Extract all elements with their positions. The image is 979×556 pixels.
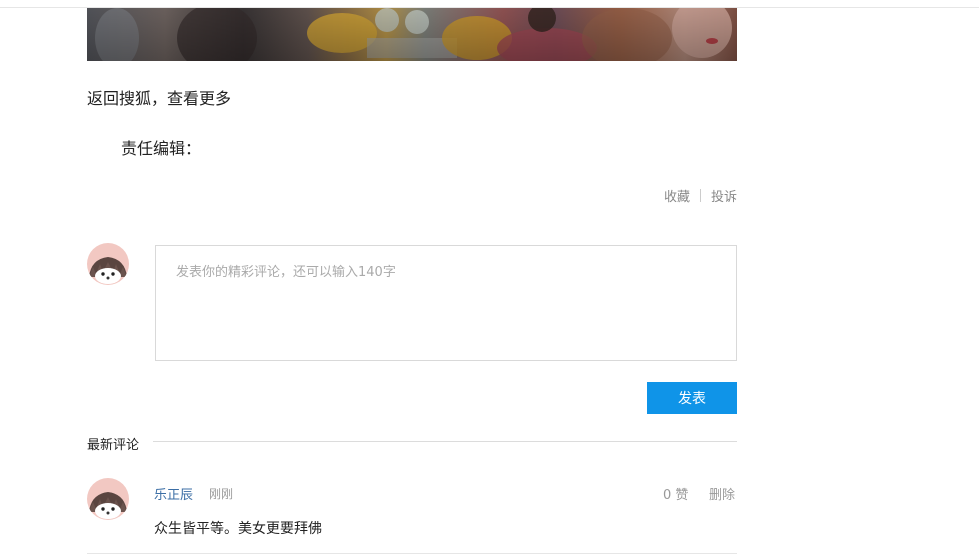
comment-user-avatar[interactable] bbox=[87, 478, 129, 520]
comment-like-button[interactable]: 0 赞 bbox=[663, 484, 688, 503]
back-to-sohu-link[interactable]: 返回搜狐，查看更多 bbox=[87, 85, 231, 109]
comment-username[interactable]: 乐正辰 bbox=[154, 484, 193, 503]
publish-comment-button[interactable]: 发表 bbox=[647, 382, 737, 414]
actions-divider bbox=[699, 189, 701, 202]
report-link[interactable]: 投诉 bbox=[711, 186, 737, 205]
responsible-editor-label: 责任编辑： bbox=[121, 139, 202, 158]
comment-delete-button[interactable]: 删除 bbox=[709, 484, 735, 503]
current-user-avatar bbox=[87, 243, 129, 285]
comment-divider bbox=[87, 553, 737, 554]
comment-text: 众生皆平等。美女更要拜佛 bbox=[154, 521, 322, 537]
favorite-link[interactable]: 收藏 bbox=[664, 186, 690, 205]
article-actions: 收藏 投诉 bbox=[664, 186, 737, 205]
latest-comments-title: 最新评论 bbox=[87, 438, 140, 453]
latest-comments-divider bbox=[153, 441, 737, 442]
hedgehog-avatar-icon bbox=[87, 478, 129, 520]
comment-input[interactable] bbox=[155, 245, 737, 361]
comment-time: 刚刚 bbox=[209, 487, 234, 501]
article-image bbox=[87, 8, 737, 61]
hedgehog-avatar-icon bbox=[87, 243, 129, 285]
